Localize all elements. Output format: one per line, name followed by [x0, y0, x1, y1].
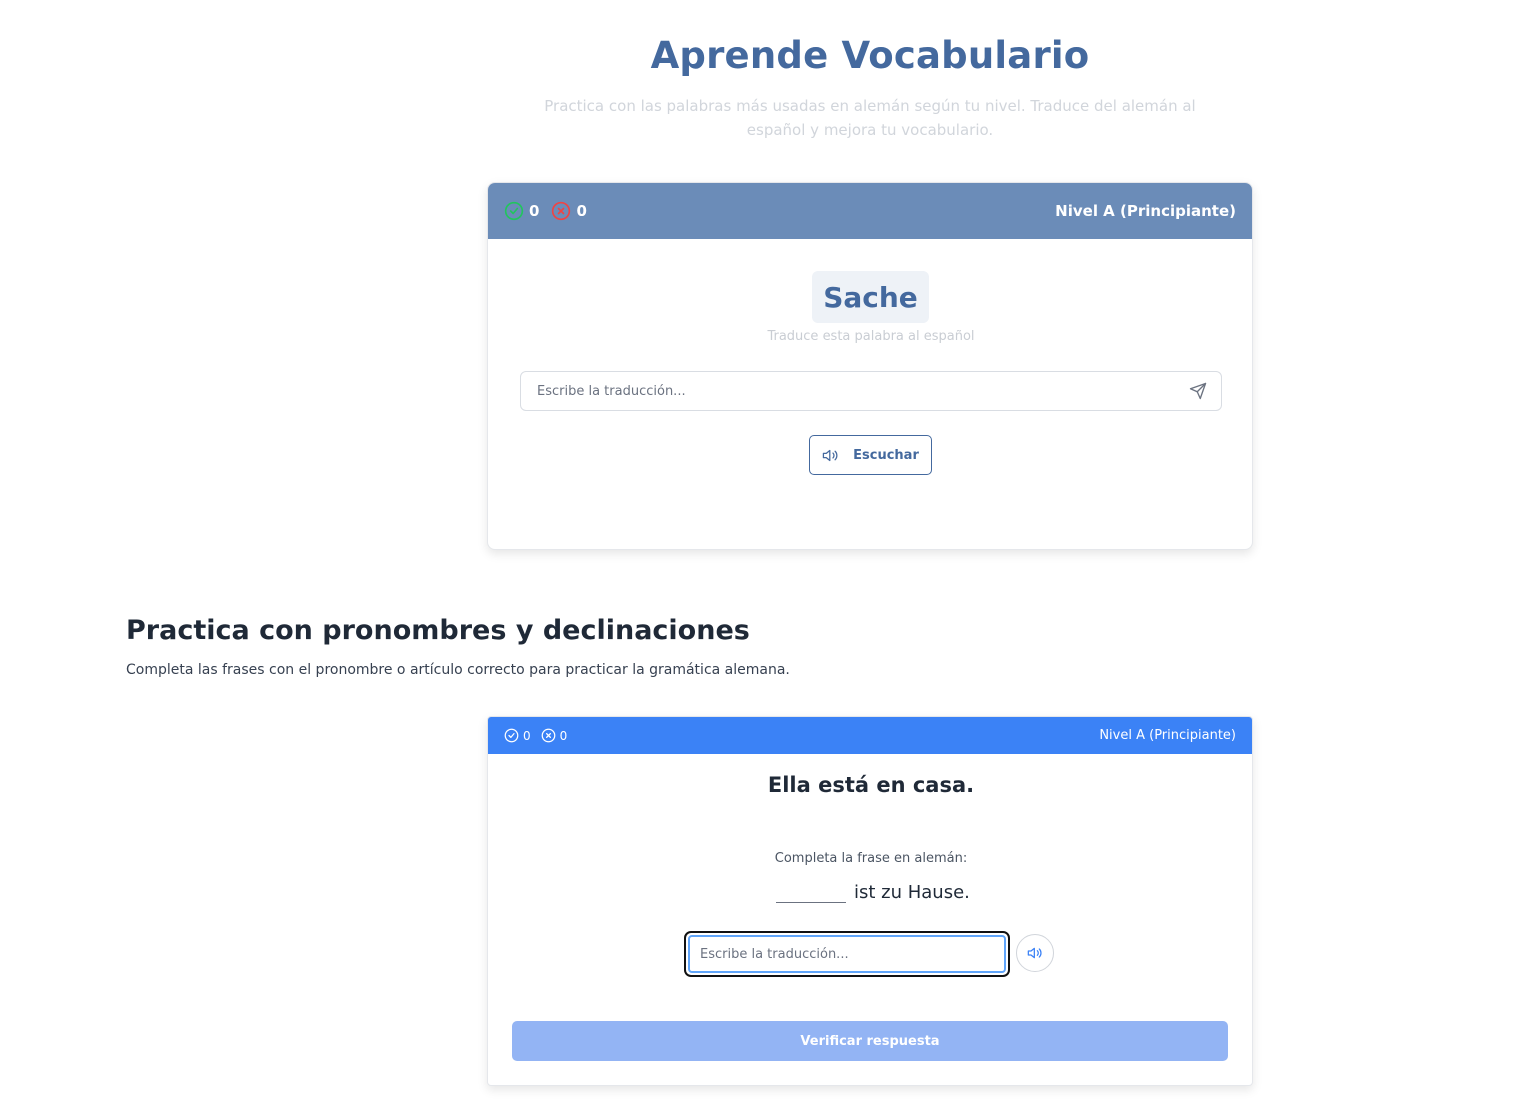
audio-button[interactable] — [1016, 934, 1054, 972]
score-counter: 0 0 — [504, 201, 599, 221]
level-label: Nivel A (Principiante) — [1055, 202, 1236, 220]
answer-input[interactable] — [688, 935, 1006, 973]
listen-button[interactable]: Escuchar — [809, 435, 932, 475]
german-phrase: ist zu Hause. — [776, 879, 970, 903]
grammar-card-header: 0 0 Nivel A (Principiante) — [488, 717, 1252, 754]
translation-input[interactable] — [521, 372, 1221, 410]
translate-hint: Traduce esta palabra al español — [767, 329, 975, 344]
vocabulary-card-header: 0 0 Nivel A (Principiante) — [488, 183, 1252, 239]
correct-count: 0 — [529, 202, 540, 220]
x-circle-icon — [551, 201, 571, 221]
phrase-rest: ist zu Hause. — [854, 882, 970, 903]
wrong-count: 0 — [576, 202, 587, 220]
page-title: Aprende Vocabulario — [650, 34, 1090, 77]
correct-count: 0 — [523, 728, 531, 743]
spanish-sentence: Ella está en casa. — [767, 773, 975, 797]
translation-input-wrapper — [520, 371, 1222, 411]
german-word: Sache — [812, 271, 929, 323]
section-title: Practica con pronombres y declinaciones — [126, 615, 750, 646]
answer-input-wrapper — [684, 931, 1010, 977]
page-subtitle: Practica con las palabras más usadas en … — [544, 97, 1196, 139]
check-circle-icon — [504, 201, 524, 221]
verify-button[interactable]: Verificar respuesta — [512, 1021, 1228, 1061]
grammar-card: 0 0 Nivel A (Principiante) Ella está en … — [487, 716, 1253, 1086]
check-circle-icon — [504, 728, 519, 743]
send-icon[interactable] — [1189, 382, 1209, 402]
score-counter: 0 0 — [504, 728, 577, 743]
volume-icon — [822, 447, 839, 464]
volume-icon — [1027, 945, 1043, 961]
x-circle-icon — [541, 728, 556, 743]
vocabulary-card: 0 0 Nivel A (Principiante) Sache Traduce… — [487, 182, 1253, 550]
listen-label: Escuchar — [853, 447, 919, 463]
answer-blank — [776, 885, 846, 903]
complete-instruction: Completa la frase en alemán: — [774, 851, 968, 866]
wrong-count: 0 — [559, 728, 568, 743]
level-label: Nivel A (Principiante) — [1099, 728, 1236, 743]
section-subtitle: Completa las frases con el pronombre o a… — [126, 662, 790, 678]
